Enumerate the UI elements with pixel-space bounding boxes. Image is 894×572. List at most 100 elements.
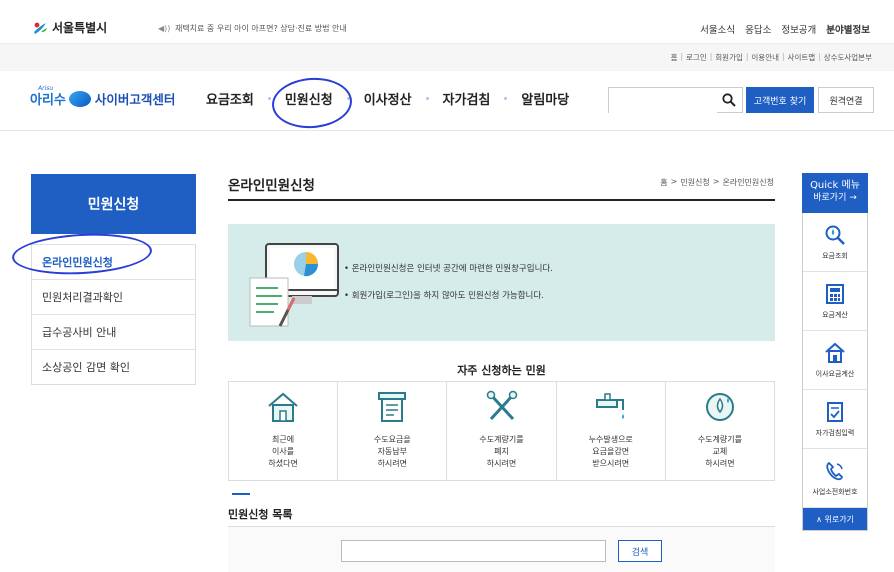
quick-menu-subtitle: 바로가기 → [813, 193, 857, 203]
separator: | [745, 52, 749, 61]
lnb-title: 민원신청 [31, 174, 196, 234]
nav-dot [425, 97, 429, 100]
header-search-input[interactable] [609, 88, 717, 113]
nav-dot [346, 97, 350, 100]
header-search [608, 87, 743, 113]
card-meter-removal[interactable]: 수도계량기를 폐지 하시려면 [447, 382, 557, 480]
info-box: • 온라인민원신청은 인터넷 공간에 마련한 민원창구입니다. • 회원가입(로… [228, 224, 775, 341]
house-icon [268, 392, 298, 422]
quick-menu-body: 요금조회 요금계산 이사요금계산 자가검침입력 사업소전화번호 ∧ 위로가기 [802, 213, 868, 531]
breadcrumb-current: 온라인민원신청 [722, 178, 774, 187]
info-line-2: • 회원가입(로그인)을 하지 않아도 민원신청 가능합니다. [344, 291, 544, 301]
nav-bill-inquiry[interactable]: 요금조회 [206, 89, 254, 108]
top-link-news[interactable]: 서울소식 [700, 22, 735, 36]
online-application-illustration [249, 243, 339, 327]
util-link-home[interactable]: 홈 [671, 52, 678, 63]
quick-bill-inquiry[interactable]: 요금조회 [803, 213, 867, 272]
quick-label: 요금계산 [822, 310, 848, 319]
header: Arisu 아리수 사이버고객센터 요금조회 민원신청 이사정산 자가검침 알림… [0, 71, 894, 131]
find-customer-number-button[interactable]: 고객번호 찾기 [746, 87, 814, 113]
separator: | [818, 52, 821, 61]
list-title-accent [232, 493, 250, 495]
water-drop-icon [68, 90, 91, 107]
top-links: 서울소식 응답소 정보공개 분야별정보 [700, 22, 870, 36]
card-leak-discount[interactable]: 누수발생으로 요금을감면 받으시려면 [557, 382, 666, 480]
nav-notice[interactable]: 알림마당 [521, 89, 569, 108]
card-auto-payment[interactable]: 수도요금을 자동납부 하시려면 [338, 382, 448, 480]
frequent-requests-title: 자주 신청하는 민원 [457, 364, 546, 377]
quick-menu: Quick 메뉴 바로가기 → 요금조회 요금계산 이사요금계산 자가검침입력 … [802, 173, 868, 531]
quick-label: 이사요금계산 [815, 369, 855, 378]
info-line-1: • 온라인민원신청은 인터넷 공간에 마련한 민원창구입니다. [344, 264, 553, 274]
checklist-icon [827, 401, 843, 422]
application-search-button[interactable]: 검색 [618, 540, 662, 562]
breadcrumb-sep: > [712, 177, 720, 186]
nav-civil-application[interactable]: 민원신청 [285, 89, 333, 108]
top-link-field-info[interactable]: 분야별정보 [826, 22, 870, 36]
lnb-list: 온라인민원신청 민원처리결과확인 급수공사비 안내 소상공인 감면 확인 [31, 244, 196, 385]
main-nav: 요금조회 민원신청 이사정산 자가검침 알림마당 [206, 89, 569, 108]
calculator-icon [826, 283, 844, 304]
card-label: 누수발생으로 요금을감면 받으시려면 [588, 435, 633, 468]
utility-bar: 홈 | 로그인 | 회원가입 | 이용안내 | 사이트맵 | 상수도사업본부 [0, 44, 894, 71]
meter-icon [705, 393, 734, 421]
util-link-sitemap[interactable]: 사이트맵 [788, 52, 816, 63]
breadcrumb: 홈 > 민원신청 > 온라인민원신청 [660, 177, 774, 188]
card-meter-replacement[interactable]: 수도계량기를 교체 하시려면 [666, 382, 774, 480]
top-bar: 서울특별시 ◀)) 재택치료 중 우리 아이 아프면? 상담·진료 방법 안내 … [0, 0, 894, 44]
lnb-item-online-application[interactable]: 온라인민원신청 [32, 244, 195, 279]
faucet-leak-icon [595, 393, 624, 419]
nav-move-settlement[interactable]: 이사정산 [364, 89, 412, 108]
remote-connect-button[interactable]: 원격연결 [818, 87, 874, 113]
quick-label: 요금조회 [822, 251, 848, 260]
quick-label: 자가검침입력 [815, 428, 855, 437]
bill-icon [378, 392, 407, 422]
notice-text: 재택치료 중 우리 아이 아프면? 상담·진료 방법 안내 [174, 24, 347, 33]
search-icon[interactable] [722, 93, 736, 107]
card-label: 수도계량기를 교체 하시려면 [697, 435, 742, 468]
util-link-login[interactable]: 로그인 [686, 52, 707, 63]
quick-label: 사업소전화번호 [812, 487, 858, 496]
application-list-search: 검색 [228, 526, 775, 572]
breadcrumb-sep: > [670, 177, 678, 186]
arisu-logo[interactable]: Arisu 아리수 사이버고객센터 [30, 85, 175, 108]
nav-dot [504, 97, 508, 100]
card-moving[interactable]: 최근에 이사를 하셨다면 [229, 382, 339, 480]
separator: | [782, 52, 785, 61]
quick-office-phone[interactable]: 사업소전화번호 [803, 449, 867, 508]
title-divider [228, 199, 775, 201]
quick-menu-header[interactable]: Quick 메뉴 바로가기 → [802, 173, 868, 213]
card-label: 수도요금을 자동납부 하시려면 [373, 435, 411, 468]
tools-icon [486, 390, 517, 421]
breadcrumb-section[interactable]: 민원신청 [680, 177, 709, 188]
application-search-input[interactable] [341, 540, 606, 562]
card-label: 최근에 이사를 하셨다면 [268, 435, 298, 468]
page-title: 온라인민원신청 [228, 178, 315, 194]
phone-icon [826, 461, 844, 480]
scroll-top-button[interactable]: ∧ 위로가기 [803, 508, 867, 530]
quick-bill-calc[interactable]: 요금계산 [803, 272, 867, 331]
nav-dot [267, 97, 271, 100]
separator: | [709, 52, 713, 61]
lnb-item-construction-cost[interactable]: 급수공사비 안내 [32, 314, 195, 349]
card-label: 수도계량기를 폐지 하시려면 [479, 435, 524, 468]
logo-small-text: Arisu [38, 85, 54, 92]
house-move-icon [825, 342, 845, 363]
quick-menu-title: Quick 메뉴 [810, 180, 860, 191]
quick-move-calc[interactable]: 이사요금계산 [803, 331, 867, 390]
util-link-waterworks[interactable]: 상수도사업본부 [824, 52, 872, 63]
quick-self-reading[interactable]: 자가검침입력 [803, 390, 867, 449]
nav-self-reading[interactable]: 자가검침 [443, 89, 491, 108]
top-link-eungdapso[interactable]: 응답소 [745, 22, 771, 36]
seoul-site-name: 서울특별시 [52, 21, 108, 35]
lnb-item-small-business-discount[interactable]: 소상공인 감면 확인 [32, 349, 195, 384]
seoul-logo[interactable]: 서울특별시 [32, 19, 107, 36]
notice-ticker[interactable]: ◀)) 재택치료 중 우리 아이 아프면? 상담·진료 방법 안내 [158, 23, 347, 34]
breadcrumb-home[interactable]: 홈 [660, 177, 667, 188]
application-list-title: 민원신청 목록 [228, 508, 293, 521]
util-link-signup[interactable]: 회원가입 [715, 52, 743, 63]
top-link-info-open[interactable]: 정보공개 [781, 22, 816, 36]
separator: | [680, 52, 684, 61]
util-link-guide[interactable]: 이용안내 [751, 52, 779, 63]
lnb-item-result-check[interactable]: 민원처리결과확인 [32, 279, 195, 314]
